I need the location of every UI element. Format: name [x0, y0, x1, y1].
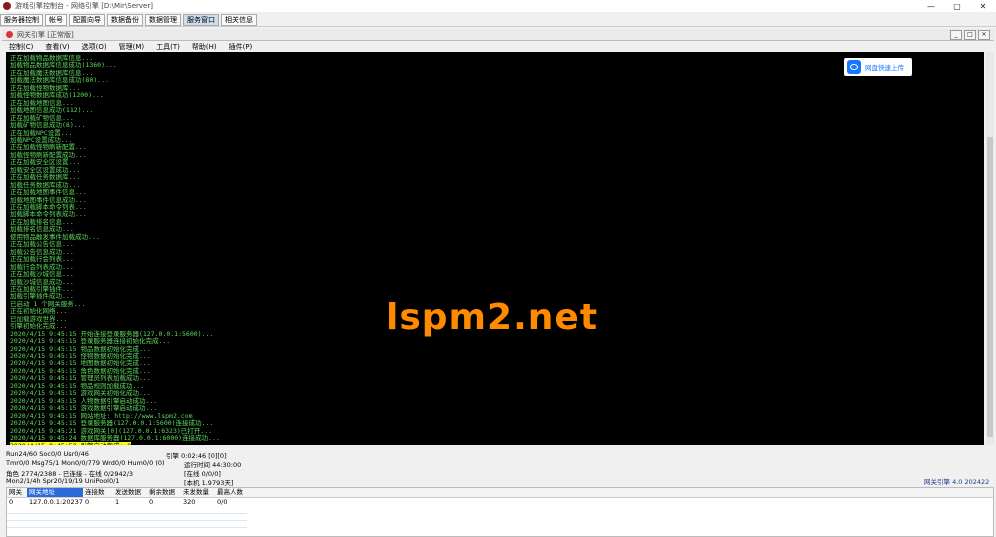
close-button[interactable]: ✕ [970, 2, 996, 11]
app-icon [3, 2, 11, 10]
submenu-control[interactable]: 控制(C) [9, 42, 33, 52]
main-menubar: 服务器控制 帐号 配置向导 数据备份 数据管理 服务窗口 相关信息 [0, 13, 996, 27]
status-panel: Run24/60 Soc0/0 Usr0/46 Tmr0/0 Msg75/1 M… [6, 450, 992, 487]
engine-icon [6, 31, 13, 38]
table-header: 网关 网关地址 连接数 发送数据 剩余数据 未发数量 最高人数 [7, 488, 993, 498]
menu-config-wizard[interactable]: 配置向导 [69, 13, 105, 26]
window-titlebar: 游戏引擎控制台 - 网络引擎 [D:\Mir\Server] — ▢ ✕ [0, 0, 996, 12]
quick-upload-label: 网盘快速上传 [865, 64, 904, 72]
status-line: Run24/60 Soc0/0 Usr0/46 [6, 450, 89, 458]
table-cell: 0 [149, 498, 154, 506]
gateway-table: 网关 网关地址 连接数 发送数据 剩余数据 未发数量 最高人数 0 127.0.… [6, 487, 994, 537]
log-console[interactable]: lspm2.net 网盘快速上传 正在加载物品数据库信息... 加载物品数据库信息… [6, 52, 984, 445]
submenu-help[interactable]: 帮助(H) [192, 42, 217, 52]
column-header[interactable]: 未发数量 [181, 488, 215, 497]
table-row[interactable]: 0 127.0.0.1:20237 0 1 0 320 0/0 [7, 498, 993, 507]
column-header[interactable]: 剩余数据 [147, 488, 181, 497]
submenu-view[interactable]: 查看(V) [45, 42, 69, 52]
table-cell: 127.0.0.1:20237 [29, 498, 83, 506]
empty-row [7, 521, 247, 528]
column-header[interactable]: 最高人数 [215, 488, 249, 497]
column-header[interactable]: 网关 [7, 488, 27, 497]
window-controls: — ▢ ✕ [918, 2, 996, 11]
child-maximize-button[interactable]: □ [964, 29, 976, 40]
child-window-title: 网关引擎 [正常版] [17, 30, 74, 39]
column-header[interactable]: 连接数 [83, 488, 113, 497]
status-line: Tmr0/0 Msg75/1 Mon0/0/779 Wrd0/0 Hum0/0 … [6, 459, 165, 467]
table-cell: 320 [183, 498, 196, 506]
menu-server-control[interactable]: 服务器控制 [0, 13, 43, 26]
table-cell: 0/0 [217, 498, 228, 506]
empty-row [7, 507, 247, 514]
watermark-text: lspm2.net [386, 297, 599, 338]
child-minimize-button[interactable]: _ [950, 29, 962, 40]
window-title: 游戏引擎控制台 - 网络引擎 [D:\Mir\Server] [15, 2, 153, 10]
child-window-controls: _ □ × [950, 29, 990, 40]
menu-account[interactable]: 帐号 [45, 13, 67, 26]
status-line: [本机 1.9793天] [184, 479, 234, 487]
menu-data-backup[interactable]: 数据备份 [107, 13, 143, 26]
engine-version: 网关引擎 4.0 202422 [924, 478, 990, 486]
submenu-manage[interactable]: 管理(M) [119, 42, 145, 52]
menu-service-window[interactable]: 服务窗口 [183, 13, 219, 26]
console-line-highlighted: 2020/4/15 9:45:52 引擎启动完成: 0 [10, 442, 132, 445]
menu-about[interactable]: 相关信息 [221, 13, 257, 26]
status-line: Mon2/1/4h Spr20/19/19 UniPool0/1 [6, 477, 120, 485]
engine-menubar: 控制(C) 查看(V) 选项(O) 管理(M) 工具(T) 帮助(H) 插件(P… [2, 41, 994, 52]
submenu-tools[interactable]: 工具(T) [156, 42, 180, 52]
scroll-thumb[interactable] [987, 137, 993, 437]
menu-data-manage[interactable]: 数据管理 [145, 13, 181, 26]
maximize-button[interactable]: ▢ [944, 2, 970, 11]
empty-row [7, 514, 247, 521]
table-cell: 0 [9, 498, 14, 506]
minimize-button[interactable]: — [918, 2, 944, 11]
quick-upload-button[interactable]: 网盘快速上传 [844, 58, 912, 76]
console-scrollbar[interactable] [986, 52, 994, 445]
table-cell: 0 [85, 498, 90, 506]
column-header[interactable]: 网关地址 [27, 488, 83, 497]
child-close-button[interactable]: × [978, 29, 990, 40]
cloud-icon [847, 60, 861, 74]
child-window-titlebar: 网关引擎 [正常版] _ □ × [2, 29, 994, 41]
submenu-plugins[interactable]: 插件(P) [229, 42, 253, 52]
submenu-options[interactable]: 选项(O) [82, 42, 107, 52]
table-cell: 1 [115, 498, 120, 506]
console-line: 2020/4/15 9:45:24 数据库服务器(127.0.0.1:6000)… [10, 433, 220, 442]
column-header[interactable]: 发送数据 [113, 488, 147, 497]
